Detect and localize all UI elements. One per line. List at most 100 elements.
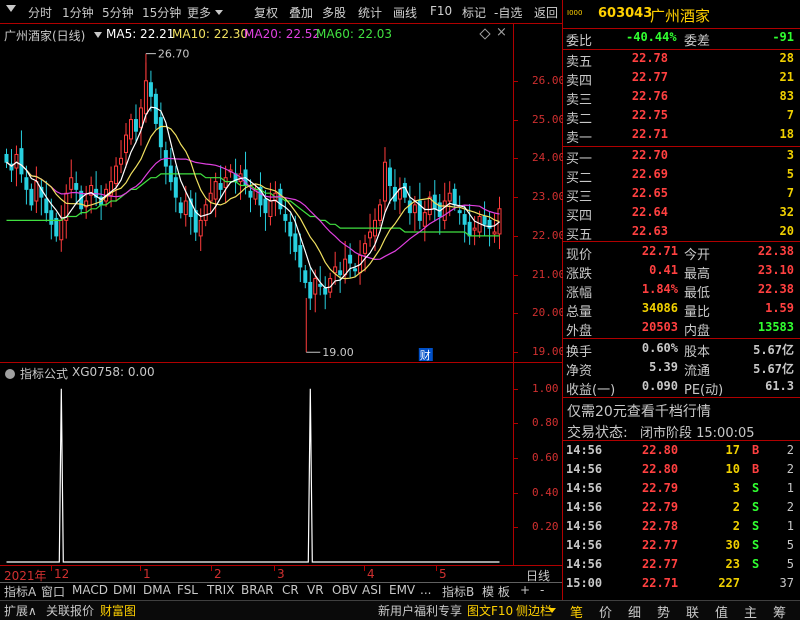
- indicator-tab[interactable]: MACD: [72, 583, 108, 597]
- overlay-button[interactable]: 叠加: [289, 4, 313, 21]
- indicator-tab[interactable]: ASI: [362, 583, 381, 597]
- bid-row[interactable]: 买五 22.63 20: [566, 224, 798, 243]
- sidebar-chevron-icon[interactable]: [548, 608, 556, 613]
- candle-body: [492, 231, 497, 235]
- wealth-map-tab[interactable]: 财富图: [100, 602, 136, 619]
- tab-period-1min[interactable]: 1分钟: [62, 4, 94, 21]
- remove-watchlist-button[interactable]: -自选: [494, 4, 522, 21]
- indicator-chart[interactable]: [0, 378, 513, 564]
- new-user-promo[interactable]: 新用户福利专享: [378, 602, 462, 619]
- indicator-tab[interactable]: -: [540, 583, 544, 597]
- draw-line-button[interactable]: 画线: [393, 4, 417, 21]
- price-stat-row: 外盘 20503 内盘 13583: [566, 320, 798, 339]
- indicator-tab[interactable]: EMV: [389, 583, 415, 597]
- tick-row: 14:56 22.77 30 S 5: [566, 538, 798, 556]
- promo-banner[interactable]: 仅需20元查看千档行情: [567, 401, 711, 421]
- x-axis-tick-mark: [436, 566, 437, 571]
- indicator-tab[interactable]: DMA: [143, 583, 171, 597]
- multi-stock-button[interactable]: 多股: [322, 4, 346, 21]
- side-tab[interactable]: 值: [715, 602, 728, 620]
- side-tab[interactable]: 细: [628, 602, 641, 620]
- chart-settings-chevron-icon[interactable]: [94, 32, 102, 38]
- more-chevron-icon[interactable]: [215, 10, 223, 15]
- statistics-button[interactable]: 统计: [358, 4, 382, 21]
- ask-row[interactable]: 卖五 22.78 28: [566, 51, 798, 70]
- chart-right-border: [513, 24, 514, 566]
- indicator-tab[interactable]: BRAR: [241, 583, 274, 597]
- indicator-y-tick-mark: [513, 492, 518, 494]
- bid-row[interactable]: 买四 22.64 32: [566, 205, 798, 224]
- ask-row-label: 卖五: [566, 55, 593, 70]
- indicator-tab[interactable]: TRIX: [207, 583, 234, 597]
- x-axis-label: 3: [277, 567, 285, 581]
- bid-row[interactable]: 买一 22.70 3: [566, 148, 798, 167]
- tab-period-15min[interactable]: 15分钟: [142, 4, 181, 21]
- close-icon[interactable]: ×: [496, 25, 507, 40]
- ask-row[interactable]: 卖一 22.71 18: [566, 127, 798, 146]
- candle-body: [353, 268, 358, 272]
- bid-row-volume: 5: [786, 167, 794, 181]
- chevron-down-icon[interactable]: [6, 5, 16, 12]
- side-tab[interactable]: 价: [599, 602, 612, 620]
- tab-period-5min[interactable]: 5分钟: [102, 4, 134, 21]
- bid-row[interactable]: 买三 22.65 7: [566, 186, 798, 205]
- indicator-tab[interactable]: CR: [282, 583, 299, 597]
- tick-count: 5: [786, 538, 794, 552]
- ask-row-price: 22.77: [631, 70, 668, 84]
- bid-row-volume: 20: [779, 224, 794, 238]
- tick-row: 14:56 22.80 10 B 2: [566, 462, 798, 480]
- indicator-tab[interactable]: 指标B: [442, 583, 474, 600]
- price-stat-row: 总量 34086 量比 1.59: [566, 301, 798, 320]
- ask-row-volume: 21: [779, 70, 794, 84]
- f10-graphic-link[interactable]: 图文F10: [467, 602, 513, 619]
- side-tab[interactable]: 主: [744, 602, 757, 620]
- candle-body: [407, 200, 412, 214]
- indicator-tab[interactable]: VR: [307, 583, 324, 597]
- price-stat-value: 0.41: [649, 263, 678, 277]
- price-stat-label2: 今开: [684, 248, 711, 263]
- indicator-y-tick-mark: [513, 423, 518, 425]
- candle-body: [303, 270, 308, 283]
- bid-row[interactable]: 买二 22.69 5: [566, 167, 798, 186]
- fuquan-button[interactable]: 复权: [254, 4, 278, 21]
- price-stat-value2: 23.10: [757, 263, 794, 277]
- side-tab[interactable]: 笔: [570, 602, 583, 620]
- indicator-tab[interactable]: +: [520, 583, 530, 597]
- price-y-tick: 20.00: [532, 306, 566, 320]
- indicator-tab[interactable]: 模 板: [482, 583, 510, 600]
- f10-button[interactable]: F10: [430, 4, 452, 18]
- price-y-tick-mark: [513, 119, 518, 121]
- side-tab[interactable]: 势: [657, 602, 670, 620]
- indicator-tab[interactable]: 窗口: [41, 583, 65, 600]
- indicator-tab[interactable]: ...: [420, 583, 431, 597]
- back-button[interactable]: 返回: [534, 4, 558, 21]
- mark-button[interactable]: 标记: [462, 4, 486, 21]
- indicator-tab[interactable]: OBV: [332, 583, 358, 597]
- sidebar-link[interactable]: 侧边栏: [516, 602, 552, 619]
- weibi-row: 委比 -40.44% 委差 -91: [566, 30, 798, 49]
- ask-row[interactable]: 卖四 22.77 21: [566, 70, 798, 89]
- side-tab[interactable]: 筹: [773, 602, 786, 620]
- candle-body: [467, 221, 472, 237]
- side-tab[interactable]: 联: [686, 602, 699, 620]
- diamond-icon[interactable]: [479, 28, 491, 40]
- indicator-tab[interactable]: 指标A: [4, 583, 36, 600]
- related-quotes-tab[interactable]: 关联报价: [46, 602, 94, 619]
- candle-body: [288, 221, 293, 237]
- candle-body: [472, 227, 477, 231]
- weicha-value: -91: [772, 30, 794, 44]
- trade-status-value: 闭市阶段 15:00:05: [640, 426, 755, 441]
- tick-row: 14:56 22.78 2 S 1: [566, 519, 798, 537]
- expand-button[interactable]: 扩展∧: [4, 602, 37, 619]
- ask-row[interactable]: 卖三 22.76 83: [566, 89, 798, 108]
- indicator-tab[interactable]: DMI: [113, 583, 136, 597]
- ask-row-volume: 28: [779, 51, 794, 65]
- price-y-tick-mark: [513, 197, 518, 199]
- ask-row[interactable]: 卖二 22.75 7: [566, 108, 798, 127]
- price-chart[interactable]: 26.70 19.00 财: [0, 40, 513, 362]
- tab-period-fenshi[interactable]: 分时: [28, 4, 52, 21]
- tab-period-more[interactable]: 更多: [187, 4, 211, 21]
- indicator-tab[interactable]: FSL: [177, 583, 198, 597]
- x-axis-label: 4: [367, 567, 375, 581]
- bid-row-volume: 3: [786, 148, 794, 162]
